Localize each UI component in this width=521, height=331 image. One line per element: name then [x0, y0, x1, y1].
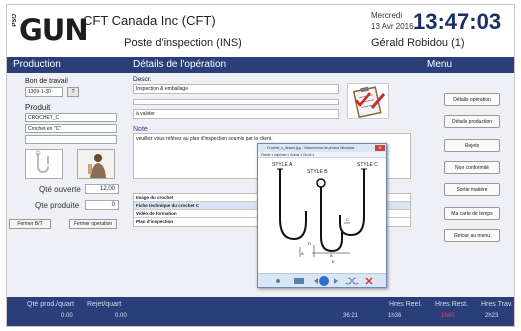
dimension-e-label: E [332, 259, 335, 264]
work-order-field[interactable]: 1309-1-30 [25, 87, 63, 97]
viewer-titlebar[interactable]: Crochet_c_dessin.jpg - Visionneuse de ph… [258, 144, 386, 152]
production-details-button[interactable]: Détails production [444, 115, 500, 128]
delete-icon[interactable] [365, 277, 373, 285]
date: 13 Avr 2016 [371, 22, 414, 31]
station-name: Poste d'inspection (INS) [124, 37, 242, 49]
qty-open-label: Qté ouverte [39, 185, 81, 194]
actual-size-icon[interactable] [294, 278, 304, 284]
previous-icon[interactable] [314, 278, 318, 284]
clock: 13:47:03 [413, 9, 502, 34]
description-field: Inspection & emballage [133, 84, 339, 94]
timecard-button[interactable]: Ma carte de temps [444, 207, 500, 220]
remaining-hours-value: -1h40 [439, 313, 455, 319]
checklist-clipboard-icon[interactable] [347, 83, 389, 119]
header: PSO GUN CFT Canada Inc (CFT) Poste d'ins… [7, 5, 514, 57]
operator-photo-thumbnail[interactable] [77, 149, 115, 179]
help-button[interactable]: ? [67, 87, 79, 97]
zoom-icon[interactable] [276, 279, 280, 283]
details-heading: Détails de l'opération [133, 59, 227, 70]
worker-icon [78, 150, 114, 178]
worked-hours-value: 2h23 [485, 313, 499, 319]
logo-text: GUN [19, 13, 89, 47]
section-band: Production Détails de l'opération Menu [7, 57, 514, 73]
menu-panel: Détails opération Détails production Rej… [421, 73, 514, 297]
rejects-button[interactable]: Rejets [444, 139, 500, 152]
product-image-thumbnail[interactable] [25, 149, 63, 179]
close-work-order-button[interactable]: Fermer B/T [9, 219, 51, 229]
style-c-label: STYLE C [357, 162, 378, 168]
dimension-c-label: C [346, 217, 349, 222]
viewer-close-button[interactable]: ✕ [375, 145, 385, 151]
product-description-field: Crochet en "C" [25, 124, 117, 133]
style-a-label: STYLE A [272, 162, 293, 168]
note-label: Note [133, 126, 148, 133]
photo-viewer-window[interactable]: Crochet_c_dessin.jpg - Visionneuse de ph… [257, 143, 387, 288]
back-to-menu-button[interactable]: Retour au menu [444, 229, 500, 242]
reject-per-shift-label: Rejet/quart [87, 301, 122, 308]
remaining-hours-label: Hres Rest. [435, 301, 469, 308]
next-icon[interactable] [334, 278, 338, 284]
viewer-menubar[interactable]: Fichier ▾ Imprimer ▾ Graver ▾ Ouvrir ▾ [258, 152, 386, 158]
logo-prefix: PSO [12, 14, 18, 27]
dimension-b-label: B [330, 253, 333, 258]
company-logo: PSO GUN [12, 11, 89, 51]
material-output-button[interactable]: Sortie matière [444, 183, 500, 196]
product-extra-field [25, 135, 117, 144]
menu-heading: Menu [427, 59, 453, 70]
company-name: CFT Canada Inc (CFT) [83, 13, 216, 28]
status-field: à valider [133, 109, 339, 119]
qty-open-field: 12.00 [85, 184, 119, 194]
real-hours-value: 1h36 [388, 313, 402, 319]
rotate-left-icon[interactable] [345, 277, 352, 285]
weekday: Mercredi [371, 11, 403, 20]
hook-thumbnail-icon [35, 150, 49, 174]
rotate-right-icon[interactable] [352, 277, 359, 285]
current-user[interactable]: Gérald Robidou (1) [371, 37, 465, 49]
qty-produced-field[interactable]: 0 [85, 200, 119, 210]
slideshow-icon[interactable] [319, 276, 329, 286]
hook-drawing: STYLE A STYLE B STYLE C A B C D E [272, 162, 378, 264]
close-operation-button[interactable]: Fermer operation [69, 219, 117, 229]
nonconformity-button[interactable]: Non conformité [444, 161, 500, 174]
production-panel: Bon de travail 1309-1-30 ? Produit CROCH… [7, 73, 125, 297]
real-hours-label: Hres Reel. [389, 301, 423, 308]
app-screen: PSO GUN CFT Canada Inc (CFT) Poste d'ins… [6, 4, 515, 327]
work-order-label: Bon de travail [25, 78, 68, 85]
qty-per-shift-label: Qté prod./quart [27, 301, 75, 308]
dimension-a-label: A [301, 251, 304, 256]
footer-bar: Qté prod./quart 0.00 Rejet/quart 0.00 36… [7, 297, 514, 326]
product-label: Produit [25, 103, 51, 112]
viewer-toolbar [258, 273, 386, 287]
style-b-label: STYLE B [307, 169, 328, 175]
partially-hidden-value: 36:21 [343, 313, 359, 319]
dimension-d-label: D [308, 241, 311, 246]
reject-per-shift-value: 0.00 [115, 313, 127, 319]
operation-details-button[interactable]: Détails opération [444, 93, 500, 106]
qty-produced-label: Qte produite [35, 201, 80, 210]
blank-field [133, 99, 339, 105]
description-label: Descr. [133, 76, 152, 83]
monitor-frame: PSO GUN CFT Canada Inc (CFT) Poste d'ins… [0, 0, 521, 331]
production-heading: Production [13, 59, 61, 70]
worked-hours-label: Hres Trav. [481, 301, 513, 308]
qty-per-shift-value: 0.00 [61, 313, 73, 319]
product-code-field: CROCHET_C [25, 113, 117, 122]
